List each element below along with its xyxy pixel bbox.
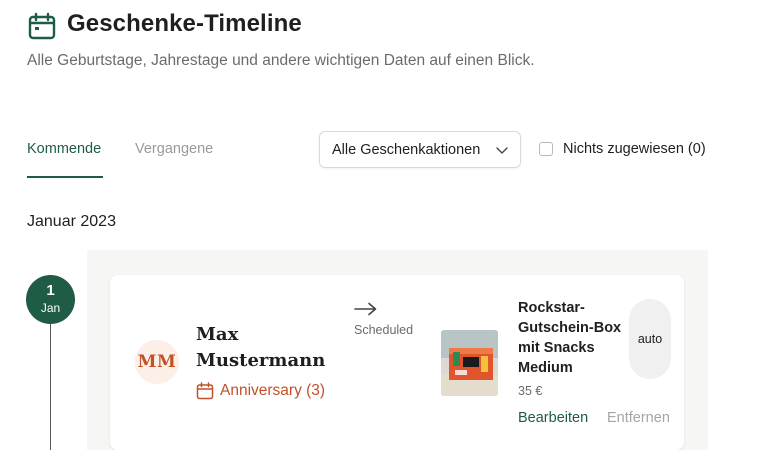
date-month: Jan [40, 301, 61, 315]
arrow-right-icon [354, 302, 377, 316]
month-heading: Januar 2023 [27, 213, 116, 230]
recipient-name: Max Mustermann [196, 324, 326, 371]
auto-mode-badge[interactable]: auto [629, 299, 671, 379]
occasion-label: Anniversary (3) [220, 382, 326, 399]
gift-action-filter-dropdown[interactable]: Alle Geschenkaktionen [319, 131, 521, 168]
avatar: MM [135, 340, 179, 384]
unassigned-checkbox-label[interactable]: Nichts zugewiesen (0) [563, 141, 706, 157]
tab-vergangene[interactable]: Vergangene [135, 141, 213, 157]
dropdown-selected-value: Alle Geschenkaktionen [332, 142, 481, 158]
unassigned-checkbox[interactable] [539, 142, 553, 156]
product-name: Rockstar-Gutschein-Box mit Snacks Medium [518, 300, 622, 376]
product-price: 35 € [518, 384, 543, 398]
calendar-icon [196, 382, 214, 400]
active-tab-indicator [27, 176, 103, 178]
page-subtitle: Alle Geburtstage, Jahrestage und andere … [27, 52, 535, 69]
edit-button[interactable]: Bearbeiten [518, 410, 588, 426]
date-bubble: 1 Jan [26, 275, 75, 324]
date-day: 1 [46, 282, 55, 299]
occasion-link[interactable]: Anniversary (3) [196, 382, 325, 400]
remove-button[interactable]: Entfernen [607, 410, 670, 426]
auto-mode-label: auto [637, 332, 663, 346]
tab-kommende[interactable]: Kommende [27, 141, 101, 157]
chevron-down-icon [496, 147, 508, 154]
avatar-initials: MM [137, 352, 177, 372]
product-image [441, 330, 498, 396]
timeline-line [50, 324, 51, 450]
calendar-icon [28, 12, 56, 40]
page-title: Geschenke-Timeline [67, 10, 302, 37]
status-label: Scheduled [354, 323, 414, 337]
